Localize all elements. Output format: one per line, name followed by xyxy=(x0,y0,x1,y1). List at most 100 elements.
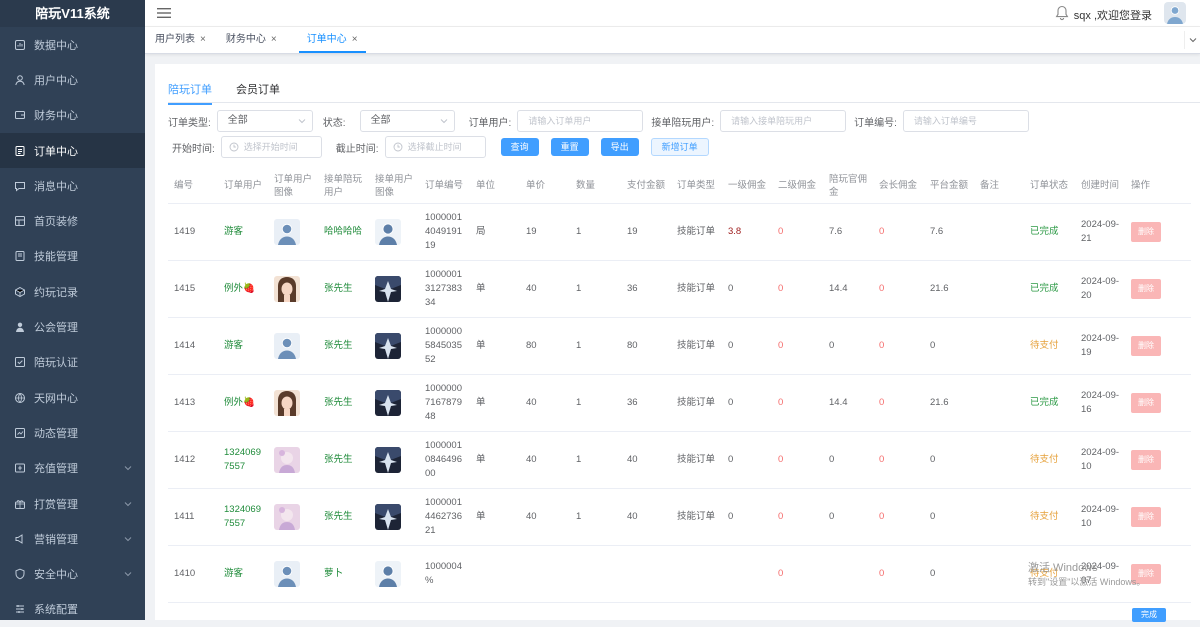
cell-created: 2024-09-19 xyxy=(1075,317,1125,375)
cell-price: 80 xyxy=(520,317,570,375)
column-header: 陪玩官佣金 xyxy=(823,169,873,204)
delete-button[interactable]: 删除 xyxy=(1131,221,1161,242)
order-type-select[interactable]: 全部 xyxy=(216,110,313,132)
export-button[interactable]: 导出 xyxy=(600,138,639,156)
hamburger-icon[interactable] xyxy=(157,7,171,19)
delete-button[interactable]: 删除 xyxy=(1131,392,1161,413)
cell-c2: 0 xyxy=(772,431,823,489)
delete-button[interactable]: 删除 xyxy=(1131,449,1161,470)
delete-button[interactable]: 删除 xyxy=(1131,506,1161,527)
cell-text: 0 xyxy=(930,567,936,579)
delete-button[interactable]: 删除 xyxy=(1131,335,1161,356)
cell-text: 待支付 xyxy=(1030,453,1059,465)
status-select[interactable]: 全部 xyxy=(359,110,455,132)
sidebar-item-13[interactable]: 充值管理 xyxy=(0,451,145,486)
sidebar-item-9[interactable]: 公会管理 xyxy=(0,309,145,344)
reset-button[interactable]: 重置 xyxy=(550,138,589,156)
sidebar-item-6[interactable]: 首页装修 xyxy=(0,203,145,238)
column-header: 订单用户图像 xyxy=(268,169,318,204)
cell-type: 技能订单 xyxy=(671,203,722,261)
cell-text: 单 xyxy=(476,396,486,408)
cell-status: 已完成 xyxy=(1024,203,1075,261)
cell-unit: 单 xyxy=(470,260,520,318)
taker-avatar xyxy=(369,545,419,603)
column-header: 数量 xyxy=(570,169,621,204)
column-header: 订单类型 xyxy=(671,169,722,204)
start-time-picker[interactable]: 选择开始时间 xyxy=(220,136,322,158)
sidebar-item-4[interactable]: 订单中心 xyxy=(0,132,145,169)
cell-c3: 0 xyxy=(823,488,873,546)
message-icon xyxy=(14,180,26,192)
add-order-button[interactable]: 新增订单 xyxy=(650,138,709,156)
cell-text: 0 xyxy=(728,339,734,351)
delete-button[interactable]: 删除 xyxy=(1131,278,1161,299)
end-time-placeholder: 选择截止时间 xyxy=(407,142,462,152)
table-row: 1413 例外🍓 张先生 1000000 7167879 48 单 40 1 36 技能订单 0 0… xyxy=(168,374,1191,432)
order-user-input[interactable]: 请输入订单用户 xyxy=(517,110,644,132)
sidebar-item-2[interactable]: 用户中心 xyxy=(0,62,145,97)
sidebar-item-5[interactable]: 消息中心 xyxy=(0,168,145,203)
sidebar-item-7[interactable]: 技能管理 xyxy=(0,239,145,274)
cell-note xyxy=(974,260,1024,318)
cell-text: 2024-09-16 xyxy=(1081,389,1120,415)
sidebar-item-1[interactable]: 数据中心 xyxy=(0,27,145,62)
tag-orders[interactable]: 订单中心 × xyxy=(298,26,366,53)
cell-text: 40 xyxy=(526,510,537,522)
sidebar-item-3[interactable]: 财务中心 xyxy=(0,98,145,133)
cell-text: 1000004 % xyxy=(425,560,462,586)
close-icon[interactable]: × xyxy=(271,34,277,45)
cell-platform: 0 xyxy=(924,545,974,603)
watermark-line-1: 激活 Windows xyxy=(1028,562,1098,574)
cell-taker: 张先生 xyxy=(318,431,369,489)
welcome-text: sqx ,欢迎您登录 xyxy=(1073,10,1152,22)
avatar[interactable] xyxy=(1164,2,1186,24)
cell-status: 待支付 xyxy=(1024,317,1075,375)
sidebar-item-17[interactable]: 系统配置 xyxy=(0,592,145,627)
sidebar-item-8[interactable]: 约玩记录 xyxy=(0,274,145,309)
clock-icon xyxy=(393,142,403,152)
cell-text: 40 xyxy=(526,282,537,294)
sidebar-item-14[interactable]: 打赏管理 xyxy=(0,486,145,521)
sidebar-item-label: 数据中心 xyxy=(34,39,78,52)
cell-text: 0 xyxy=(778,282,784,294)
home-decor-icon xyxy=(14,215,26,227)
sidebar-item-12[interactable]: 动态管理 xyxy=(0,415,145,450)
sidebar-item-label: 用户中心 xyxy=(34,74,78,87)
column-header: 接单陪玩用户 xyxy=(318,169,369,204)
cell-text: 0 xyxy=(778,567,784,579)
order-user-avatar xyxy=(268,317,318,375)
close-icon[interactable]: × xyxy=(200,34,206,45)
top-header: sqx ,欢迎您登录 xyxy=(145,0,1200,27)
column-header: 订单编号 xyxy=(419,169,470,204)
cell-id: 1414 xyxy=(168,317,218,375)
sidebar-item-10[interactable]: 陪玩认证 xyxy=(0,345,145,380)
cell-taker: 张先生 xyxy=(318,260,369,318)
cell-qty: 1 xyxy=(570,260,621,318)
cell-c3: 0 xyxy=(823,317,873,375)
close-icon[interactable]: × xyxy=(352,34,358,45)
sidebar-item-11[interactable]: 天网中心 xyxy=(0,380,145,415)
cell-c3: 14.4 xyxy=(823,374,873,432)
record-icon xyxy=(14,286,26,298)
query-button[interactable]: 查询 xyxy=(500,138,539,156)
tags-more-icon[interactable] xyxy=(1184,31,1200,49)
order-no-input[interactable]: 请输入订单编号 xyxy=(902,110,1029,132)
tag-finance[interactable]: 财务中心 × xyxy=(218,26,285,53)
taker-input[interactable]: 请输入接单陪玩用户 xyxy=(720,110,847,132)
dashboard-icon xyxy=(14,39,26,51)
cell-text: 技能订单 xyxy=(677,510,716,522)
cell-text: 0 xyxy=(778,396,784,408)
bell-icon[interactable] xyxy=(1054,5,1070,21)
column-header: 接单用户图像 xyxy=(369,169,419,204)
cell-qty: 1 xyxy=(570,488,621,546)
sidebar-item-16[interactable]: 安全中心 xyxy=(0,556,145,591)
tag-user-list[interactable]: 用户列表 × xyxy=(147,26,214,53)
start-time-placeholder: 选择开始时间 xyxy=(243,142,298,152)
cell-text: 0 xyxy=(879,396,885,408)
cell-user: 游客 xyxy=(218,545,268,603)
column-header: 二级佣金 xyxy=(772,169,823,204)
cell-status: 待支付 xyxy=(1024,488,1075,546)
cell-platform: 0 xyxy=(924,488,974,546)
end-time-picker[interactable]: 选择截止时间 xyxy=(384,136,486,158)
sidebar-item-15[interactable]: 营销管理 xyxy=(0,521,145,556)
